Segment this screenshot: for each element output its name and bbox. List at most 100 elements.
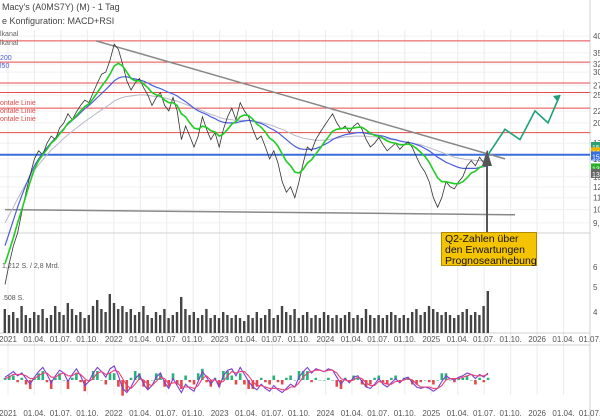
volume-bar (465, 309, 468, 333)
volume-bar (301, 315, 305, 333)
volume-bar (222, 312, 225, 333)
volume-bar (377, 315, 380, 333)
axes: 2021 2021 01.04. 01.04. 01.07. 01.07. 01.10. 01… (0, 32, 600, 418)
macd-histogram-bar (381, 380, 385, 383)
volume-bar (255, 312, 258, 333)
macd-histogram-bar (478, 377, 481, 380)
volume-bar (453, 318, 456, 333)
macd-histogram-bar (469, 380, 473, 381)
y-tick-label: 12 (593, 183, 600, 192)
x-tick-label: 2025 (422, 409, 440, 418)
x-tick-label: 2026 (528, 335, 546, 344)
forecast-arrow (482, 94, 561, 232)
macd-histogram-bar (108, 373, 112, 380)
x-tick-label: 01.10. (182, 335, 204, 344)
legend-entry: lkanal (0, 31, 19, 38)
x-tick-label: 01.04. (552, 335, 574, 344)
volume-bar (243, 321, 246, 333)
legend-entry: ontale Linie (0, 100, 36, 107)
macd-histogram-bar (280, 380, 284, 385)
volume-bar (75, 315, 78, 333)
macd-histogram-bar (440, 373, 444, 380)
volume-bar (398, 318, 401, 333)
volume-bar (62, 315, 65, 333)
x-tick-label: 2021 (0, 335, 17, 344)
x-tick-label: 01.07. (367, 335, 389, 344)
macd-histogram-bar (432, 380, 435, 385)
volume-bar (12, 312, 15, 333)
volume-bar (406, 318, 410, 333)
macd-histogram-bar (100, 380, 103, 381)
legend-entry: lkanal (0, 40, 19, 47)
volume-bar (251, 318, 254, 333)
volume-bar (66, 303, 69, 333)
chart-config: e Konfiguration: MACD+RSI (2, 16, 114, 26)
macd-histogram-bar (243, 380, 246, 385)
macd-histogram-bar (390, 377, 393, 380)
volume-bar (448, 315, 452, 333)
volume-bar (373, 318, 376, 333)
macd-histogram-bar (41, 371, 45, 380)
volume-bar (360, 318, 363, 333)
volume-bar (7, 315, 11, 333)
x-tick-label: 01.07. (367, 409, 389, 418)
volume-bar (41, 309, 44, 333)
x-tick-label: 01.07. (156, 335, 178, 344)
macd-histogram-bar (419, 380, 423, 383)
macd-histogram-bar (264, 380, 267, 383)
volume-bar (20, 306, 23, 333)
macd-histogram-bar (180, 380, 183, 389)
volume-bar (205, 309, 208, 333)
volume-bar (180, 297, 183, 333)
macd-histogram-bar (79, 380, 82, 383)
macd-histogram-bar (188, 380, 192, 383)
macd-histogram-bar (482, 380, 486, 383)
x-tick-label: 01.04. (447, 335, 469, 344)
volume-bar (478, 315, 481, 333)
legend-entry: 200 (0, 55, 12, 62)
volume-bar (432, 309, 435, 333)
volume-bar (335, 315, 338, 333)
macd-histogram-bar (322, 380, 326, 381)
volume-bar (331, 318, 334, 333)
x-tick-label: 01.04. (129, 409, 151, 418)
x-tick-label: 01.04. (341, 335, 363, 344)
volume-tick-label: 5 (593, 283, 598, 292)
macd-histogram-bar (318, 380, 322, 381)
macd-histogram-bar (461, 377, 465, 380)
x-tick-label: 01.04. (23, 335, 45, 344)
volume-bar (297, 318, 300, 333)
macd-histogram-bar (423, 380, 427, 381)
macd-histogram-bar (285, 377, 288, 380)
volume-bar (339, 318, 342, 333)
volume-bar (125, 312, 128, 333)
volume-bar (87, 315, 90, 333)
macd-histogram-bar (448, 380, 452, 381)
volume-bar (306, 312, 309, 333)
y-tick-label: 10 (593, 206, 600, 215)
macd-histogram-bar (12, 375, 15, 380)
volume-bar (129, 309, 132, 333)
volume-bar (117, 309, 120, 333)
x-tick-label: 01.07. (50, 335, 72, 344)
volume-bar (54, 306, 57, 333)
x-tick-label: 01.04. (23, 409, 45, 418)
x-tick-label: 2023 (211, 335, 229, 344)
macd-histogram-bar (75, 373, 78, 380)
volume-tick-label: 4 (593, 308, 598, 317)
volume-bar (49, 315, 53, 333)
volume-bar (45, 318, 48, 333)
macd-histogram-bar (205, 380, 208, 383)
volume-bar (348, 312, 351, 333)
x-tick-label: 01.07. (261, 409, 283, 418)
volume-bar (213, 315, 216, 333)
x-tick-label: 01.10. (76, 335, 98, 344)
volume-bar (70, 309, 74, 333)
volume-bar (112, 303, 116, 333)
volume-bar (444, 312, 447, 333)
volume-sub-label: .508 S. (2, 295, 24, 302)
volume-bar (247, 315, 250, 333)
x-tick-label: 01.07. (579, 409, 600, 418)
volume-bar (226, 315, 229, 333)
x-tick-label: 01.04. (235, 409, 257, 418)
